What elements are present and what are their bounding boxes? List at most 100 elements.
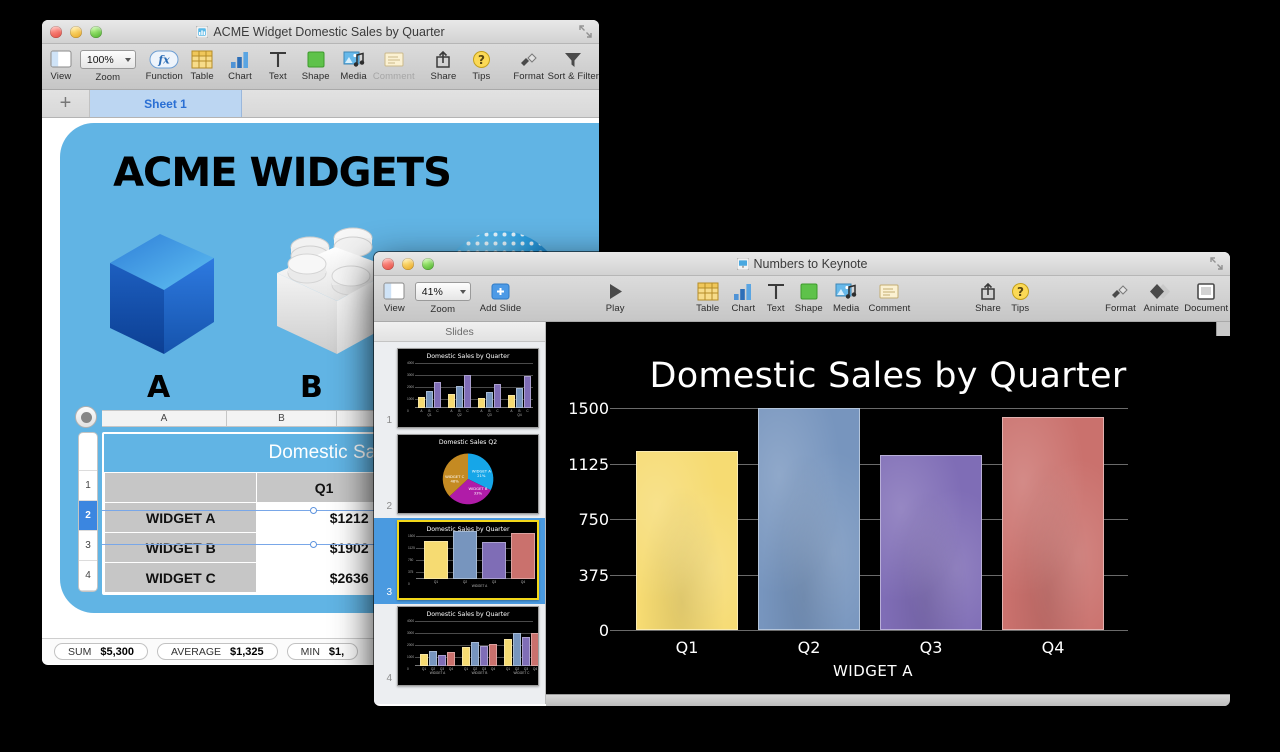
fullscreen-icon[interactable] [1210, 257, 1223, 270]
numbers-toolbar[interactable]: View 100% Zoom fx Function Table Chart T… [42, 44, 599, 90]
slide-navigator[interactable]: Slides 1 Domestic Sales by Quarter 4000 … [374, 322, 546, 704]
status-sum[interactable]: SUM $5,300 [54, 643, 148, 660]
cell-c-q1[interactable]: $2636 [256, 562, 392, 593]
vertical-scrollbar[interactable] [1216, 322, 1230, 336]
close-button[interactable] [50, 26, 62, 38]
keynote-toolbar[interactable]: View 41% Zoom Add Slide Play Table Chart… [374, 276, 1230, 322]
row-label-widget-a[interactable]: WIDGET A [104, 502, 258, 533]
sheet-tab-sheet1[interactable]: Sheet 1 [90, 90, 242, 117]
ktoolbar-zoom[interactable]: 41% Zoom [414, 279, 471, 315]
ktoolbar-chart[interactable]: Chart [726, 279, 762, 314]
comment-icon [383, 48, 405, 70]
selection-handle-bottom[interactable] [310, 541, 317, 548]
horizontal-scrollbar[interactable] [546, 694, 1230, 706]
slide-thumb-canvas-2[interactable]: Domestic Sales Q2 WIDGET A 21% WIDGET B … [397, 434, 539, 514]
toolbar-function[interactable]: fx Function [145, 47, 183, 82]
slide-thumbnail-1[interactable]: 1 Domestic Sales by Quarter 4000 3000 20… [374, 346, 545, 432]
format-brush-icon [518, 48, 540, 70]
toolbar-tips[interactable]: ? Tips [462, 47, 500, 82]
toolbar-view-label: View [50, 71, 72, 82]
slide-list[interactable]: 1 Domestic Sales by Quarter 4000 3000 20… [374, 342, 545, 704]
bar-chart[interactable]: 1500 1125 750 375 0 Q1 Q2 Q3 Q4 WIDGET A [568, 399, 1128, 680]
toolbar-shape[interactable]: Shape [297, 47, 335, 82]
keynote-titlebar[interactable]: Numbers to Keynote [374, 252, 1230, 276]
bar-q3[interactable]: Q3 [880, 455, 982, 657]
slide-thumbnail-4[interactable]: 4 Domestic Sales by Quarter 4000 3000 20… [374, 604, 545, 690]
row-header-2[interactable]: 2 [79, 501, 97, 531]
zoom-button[interactable] [422, 258, 434, 270]
ktoolbar-play-label: Play [605, 303, 625, 314]
slide-thumbnail-3[interactable]: 3 Domestic Sales by Quarter 1500 1125 75… [374, 518, 545, 604]
ktoolbar-shape[interactable]: Shape [790, 279, 827, 314]
table-handle[interactable] [75, 406, 97, 428]
toolbar-share[interactable]: Share [425, 47, 463, 82]
ktoolbar-text[interactable]: Text [761, 279, 790, 314]
toolbar-comment[interactable]: Comment [372, 47, 415, 82]
zoom-select[interactable]: 100% [79, 50, 136, 69]
ktoolbar-share[interactable]: Share [970, 279, 1006, 314]
row-header-4[interactable]: 4 [79, 561, 97, 591]
slide-canvas[interactable]: Domestic Sales by Quarter 1500 1125 750 … [546, 322, 1230, 704]
ktoolbar-share-label: Share [975, 303, 1001, 314]
toolbar-zoom[interactable]: 100% Zoom [79, 47, 136, 83]
ktoolbar-view[interactable]: View [374, 279, 415, 314]
toolbar-media[interactable]: Media [335, 47, 373, 82]
bar-q2[interactable]: Q2 [758, 408, 860, 657]
minimize-button[interactable] [70, 26, 82, 38]
bar-q1[interactable]: Q1 [636, 451, 738, 657]
zoom-button[interactable] [90, 26, 102, 38]
play-icon [606, 280, 624, 302]
ktoolbar-document[interactable]: Document [1182, 279, 1230, 314]
sheet-tab-bar[interactable]: + Sheet 1 [42, 90, 599, 118]
toolbar-table[interactable]: Table [183, 47, 221, 82]
row-header-column[interactable]: 1 2 3 4 [78, 432, 98, 592]
ktoolbar-play[interactable]: Play [595, 279, 636, 314]
minimize-button[interactable] [402, 258, 414, 270]
slide-thumbnail-2[interactable]: 2 Domestic Sales Q2 WIDGET A 21% WIDGET … [374, 432, 545, 518]
row-header-3[interactable]: 3 [79, 531, 97, 561]
current-slide[interactable]: Domestic Sales by Quarter 1500 1125 750 … [546, 322, 1230, 704]
ktoolbar-table[interactable]: Table [690, 279, 726, 314]
table-header-q1[interactable]: Q1 [256, 472, 392, 503]
status-average[interactable]: AVERAGE $1,325 [157, 643, 278, 660]
cell-b-q1[interactable]: $1902 [256, 532, 392, 563]
slide-thumb-canvas-3[interactable]: Domestic Sales by Quarter 1500 1125 750 … [397, 520, 539, 600]
row-label-widget-b[interactable]: WIDGET B [104, 532, 258, 563]
row-header-1[interactable]: 1 [79, 471, 97, 501]
toolbar-view[interactable]: View [42, 47, 80, 82]
selection-handle-top[interactable] [310, 507, 317, 514]
ktoolbar-tips[interactable]: ? Tips [1006, 279, 1035, 314]
fullscreen-icon[interactable] [579, 25, 592, 38]
ktoolbar-animate[interactable]: Animate [1140, 279, 1182, 314]
toolbar-chart[interactable]: Chart [221, 47, 259, 82]
toolbar-sort-filter[interactable]: Sort & Filter [548, 47, 599, 82]
numbers-titlebar[interactable]: ACME Widget Domestic Sales by Quarter [42, 20, 599, 44]
keynote-window[interactable]: Numbers to Keynote View 41% Zoom Add Sli… [374, 252, 1230, 706]
zoom-select[interactable]: 41% [414, 282, 471, 301]
ktoolbar-comment[interactable]: Comment [865, 279, 914, 314]
bar-q4[interactable]: Q4 [1002, 417, 1104, 657]
window-controls[interactable] [382, 258, 434, 270]
ktoolbar-add-slide[interactable]: Add Slide [471, 279, 530, 314]
slide-thumb-canvas-4[interactable]: Domestic Sales by Quarter 4000 3000 2000… [397, 606, 539, 686]
column-header-b[interactable]: B [227, 410, 337, 427]
column-header-a[interactable]: A [102, 410, 227, 427]
slide-number-3: 3 [386, 587, 392, 598]
cell-a-q1[interactable]: $1212 [256, 502, 392, 533]
toolbar-text[interactable]: Text [259, 47, 297, 82]
slide-thumb-canvas-1[interactable]: Domestic Sales by Quarter 4000 3000 2000… [397, 348, 539, 428]
toolbar-format[interactable]: Format [510, 47, 548, 82]
window-controls[interactable] [50, 26, 102, 38]
xlabel-q1: Q1 [675, 638, 699, 657]
slide-number-2: 2 [386, 501, 392, 512]
ktoolbar-format-label: Format [1105, 303, 1136, 314]
row-label-widget-c[interactable]: WIDGET C [104, 562, 258, 593]
status-min[interactable]: MIN $1, [286, 643, 359, 660]
slide-number-4: 4 [386, 673, 392, 684]
ktoolbar-media[interactable]: Media [827, 279, 864, 314]
add-sheet-button[interactable]: + [42, 90, 90, 117]
table-corner-cell[interactable] [104, 472, 258, 503]
ktoolbar-format[interactable]: Format [1101, 279, 1140, 314]
svg-text:?: ? [478, 53, 485, 67]
close-button[interactable] [382, 258, 394, 270]
